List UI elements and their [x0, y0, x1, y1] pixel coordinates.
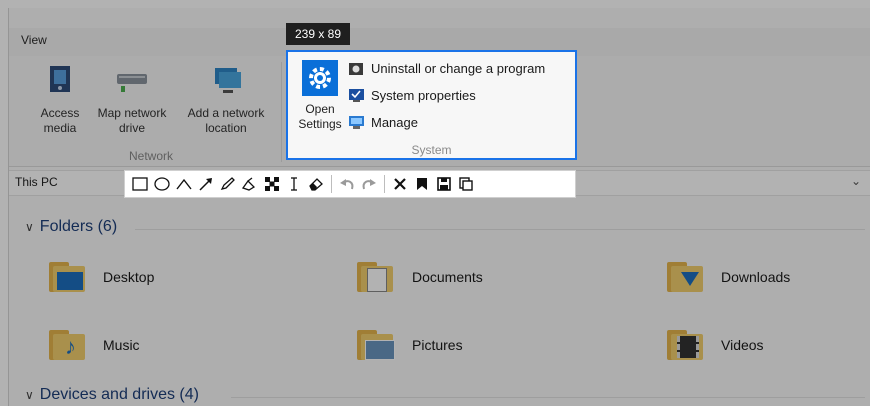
save-icon[interactable]: [433, 173, 455, 195]
add-network-location-button[interactable]: Add a network location: [177, 62, 275, 136]
downloads-folder-icon: [667, 262, 703, 292]
address-path: This PC: [15, 175, 58, 189]
folder-music[interactable]: Music: [103, 337, 140, 353]
undo-icon[interactable]: [336, 173, 358, 195]
eraser-icon[interactable]: [305, 173, 327, 195]
folder-videos[interactable]: Videos: [721, 337, 764, 353]
add-network-label: Add a network location: [187, 106, 265, 135]
chevron-down-icon: ∨: [25, 388, 34, 402]
devices-group-header[interactable]: ∨ Devices and drives (4): [25, 386, 199, 404]
capture-toolbar: [124, 170, 576, 198]
pencil-icon[interactable]: [217, 173, 239, 195]
media-icon: [31, 62, 89, 100]
network-group-label: Network: [129, 149, 174, 163]
system-properties-icon: [348, 88, 365, 103]
uninstall-icon: [348, 61, 365, 76]
access-media-label: Access media: [40, 106, 80, 135]
redo-icon[interactable]: [358, 173, 380, 195]
rectangle-icon[interactable]: [129, 173, 151, 195]
uninstall-label: Uninstall or change a program: [371, 61, 546, 76]
uninstall-program-button[interactable]: Uninstall or change a program: [348, 61, 545, 76]
folder-documents[interactable]: Documents: [412, 269, 483, 285]
folder-desktop[interactable]: Desktop: [103, 269, 154, 285]
pin-icon[interactable]: [411, 173, 433, 195]
map-network-drive-button[interactable]: Map network drive: [89, 62, 175, 136]
content-pane: ∨ Folders (6) Desktop Documents Downloads…: [9, 198, 870, 406]
copy-icon[interactable]: [455, 173, 477, 195]
folders-header-text: Folders (6): [39, 218, 118, 235]
marker-icon[interactable]: [239, 173, 261, 195]
network-location-icon: [177, 62, 275, 100]
group-divider: [135, 229, 865, 230]
open-settings-button[interactable]: Open Settings: [294, 60, 346, 132]
access-media-button[interactable]: Access media: [31, 62, 89, 136]
documents-folder-icon: [357, 262, 393, 292]
toolbar-divider: [384, 175, 385, 193]
system-properties-label: System properties: [371, 88, 476, 103]
text-cursor-icon[interactable]: [283, 173, 305, 195]
music-folder-icon: ♪: [49, 330, 85, 360]
system-group-label: System: [411, 143, 452, 157]
selection-size-badge: 239 x 89: [286, 23, 350, 45]
videos-folder-icon: [667, 330, 703, 360]
mosaic-icon[interactable]: [261, 173, 283, 195]
ribbon-divider: [281, 62, 282, 162]
close-icon[interactable]: [389, 173, 411, 195]
system-properties-button[interactable]: System properties: [348, 88, 476, 103]
manage-label: Manage: [371, 115, 418, 130]
devices-header-text: Devices and drives (4): [39, 386, 199, 403]
pictures-folder-icon: [357, 330, 395, 360]
ellipse-icon[interactable]: [151, 173, 173, 195]
chevron-down-icon: ∨: [25, 220, 34, 234]
folders-group-header[interactable]: ∨ Folders (6): [25, 218, 117, 236]
capture-selection[interactable]: Open Settings Uninstall or change a prog…: [286, 50, 577, 160]
tab-view[interactable]: View: [21, 33, 47, 47]
folder-pictures[interactable]: Pictures: [412, 337, 463, 353]
manage-button[interactable]: Manage: [348, 115, 418, 130]
folder-downloads[interactable]: Downloads: [721, 269, 790, 285]
gear-icon: [302, 60, 338, 96]
toolbar-divider: [331, 175, 332, 193]
chevron-down-icon[interactable]: ⌄: [851, 174, 861, 188]
open-settings-label: Open Settings: [298, 102, 342, 131]
desktop-folder-icon: [49, 262, 85, 292]
map-network-label: Map network drive: [97, 106, 167, 135]
arrow-icon[interactable]: [195, 173, 217, 195]
group-divider: [231, 397, 865, 398]
manage-icon: [348, 115, 365, 130]
network-drive-icon: [89, 62, 175, 100]
polyline-icon[interactable]: [173, 173, 195, 195]
